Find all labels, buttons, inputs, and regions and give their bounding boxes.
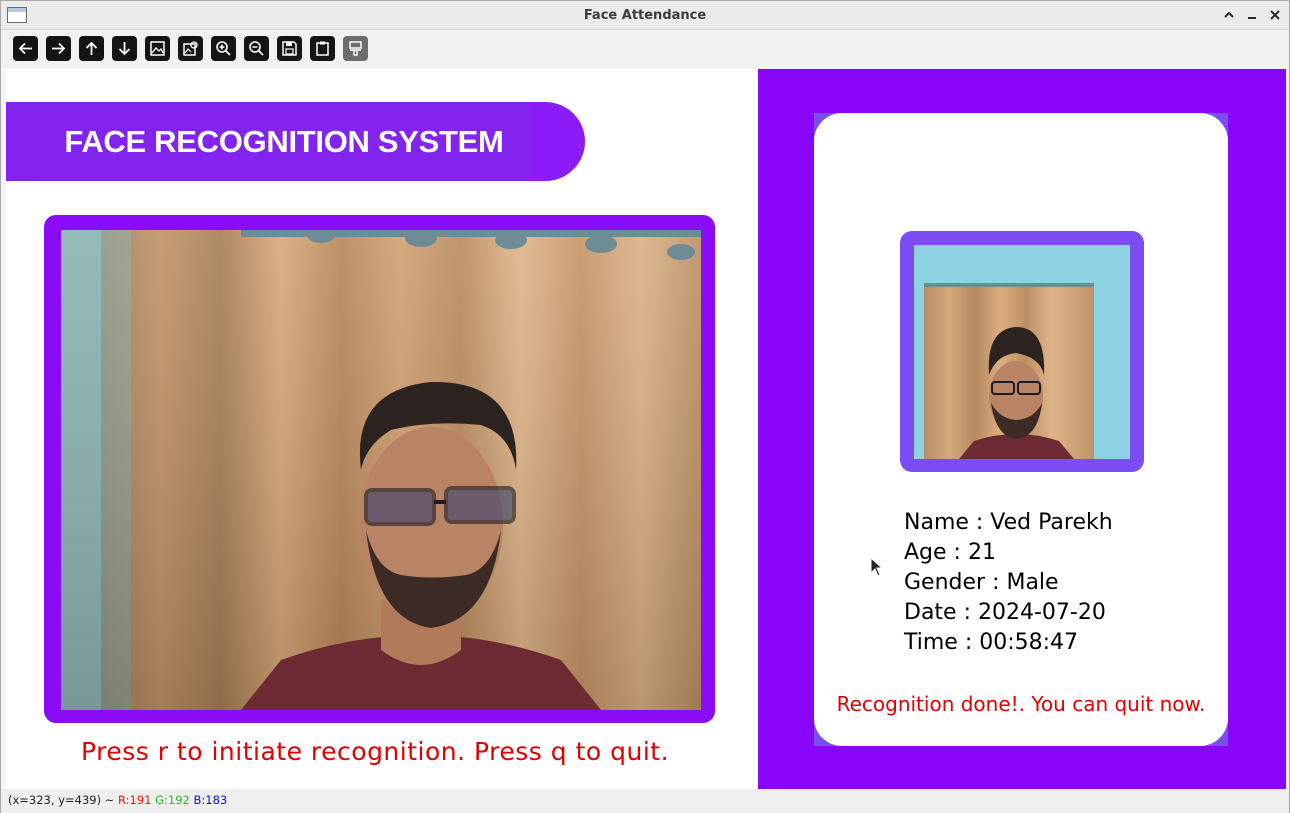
page-title: FACE RECOGNITION SYSTEM — [6, 102, 566, 181]
save-icon — [282, 41, 297, 56]
save-button[interactable] — [277, 36, 302, 61]
recognition-status-message: Recognition done!. You can quit now. — [836, 692, 1206, 716]
zoom-out-button[interactable] — [244, 36, 269, 61]
maximize-button[interactable] — [1220, 6, 1238, 24]
properties-button[interactable] — [343, 36, 368, 61]
zoom-in-icon — [216, 41, 231, 56]
app-window: Face Attendance FACE RECOGNITION SYSTEM … — [0, 0, 1290, 813]
window-title: Face Attendance — [583, 8, 707, 23]
arrow-left-icon — [18, 42, 32, 55]
date-line: Date : 2024-07-20 — [904, 600, 1106, 625]
pan-left-button[interactable] — [13, 36, 38, 61]
time-line: Time : 00:58:47 — [904, 630, 1079, 655]
profile-card: Name : Ved Parekh Age : 21 Gender : Male… — [814, 113, 1228, 746]
zoom-out-icon — [249, 41, 264, 56]
pan-up-button[interactable] — [79, 36, 104, 61]
paint-brush-icon — [349, 41, 362, 56]
profile-details: Name : Ved Parekh Age : 21 Gender : Male… — [904, 508, 1224, 658]
minimize-icon — [1248, 17, 1256, 19]
image-canvas[interactable]: FACE RECOGNITION SYSTEM Press r to initi… — [5, 69, 1286, 789]
webcam-feed-image — [61, 230, 701, 710]
pixel-red-value: R:191 — [118, 793, 152, 807]
pan-right-button[interactable] — [46, 36, 71, 61]
close-icon — [1270, 10, 1280, 20]
copy-clipboard-button[interactable] — [310, 36, 335, 61]
recognized-photo-frame — [900, 231, 1144, 472]
minimize-button[interactable] — [1243, 6, 1261, 24]
image-zoom-icon — [183, 41, 198, 56]
instruction-text: Press r to initiate recognition. Press q… — [80, 737, 670, 766]
webcam-feed — [61, 230, 701, 710]
close-button[interactable] — [1266, 6, 1284, 24]
mouse-cursor-icon — [870, 557, 884, 577]
image-icon — [150, 41, 165, 56]
chevron-up-icon — [1224, 11, 1234, 18]
recognized-photo-image — [914, 245, 1130, 459]
toolbar — [1, 31, 1289, 68]
zoom-in-button[interactable] — [211, 36, 236, 61]
camera-frame — [44, 215, 715, 723]
name-line: Name : Ved Parekh — [904, 510, 1113, 535]
cursor-coordinates: (x=323, y=439) ~ — [8, 793, 115, 807]
arrow-right-icon — [52, 42, 66, 55]
page-title-text: FACE RECOGNITION SYSTEM — [64, 124, 504, 159]
gender-line: Gender : Male — [904, 570, 1059, 595]
profile-card-border: Name : Ved Parekh Age : 21 Gender : Male… — [814, 113, 1228, 746]
left-panel: FACE RECOGNITION SYSTEM Press r to initi… — [5, 69, 758, 789]
pixel-green-value: G:192 — [155, 793, 190, 807]
pan-down-button[interactable] — [112, 36, 137, 61]
arrow-down-icon — [118, 42, 131, 56]
title-bar[interactable]: Face Attendance — [1, 1, 1289, 30]
clipboard-icon — [316, 41, 329, 56]
header-banner: FACE RECOGNITION SYSTEM — [6, 102, 585, 181]
age-line: Age : 21 — [904, 540, 996, 565]
zoom-fit-button[interactable] — [178, 36, 203, 61]
arrow-up-icon — [85, 41, 98, 55]
pixel-blue-value: B:183 — [193, 793, 228, 807]
recognized-photo — [914, 245, 1130, 459]
zoom-image-button[interactable] — [145, 36, 170, 61]
status-bar: (x=323, y=439) ~ R:191 G:192 B:183 — [1, 789, 1289, 813]
right-panel: Name : Ved Parekh Age : 21 Gender : Male… — [758, 69, 1286, 789]
